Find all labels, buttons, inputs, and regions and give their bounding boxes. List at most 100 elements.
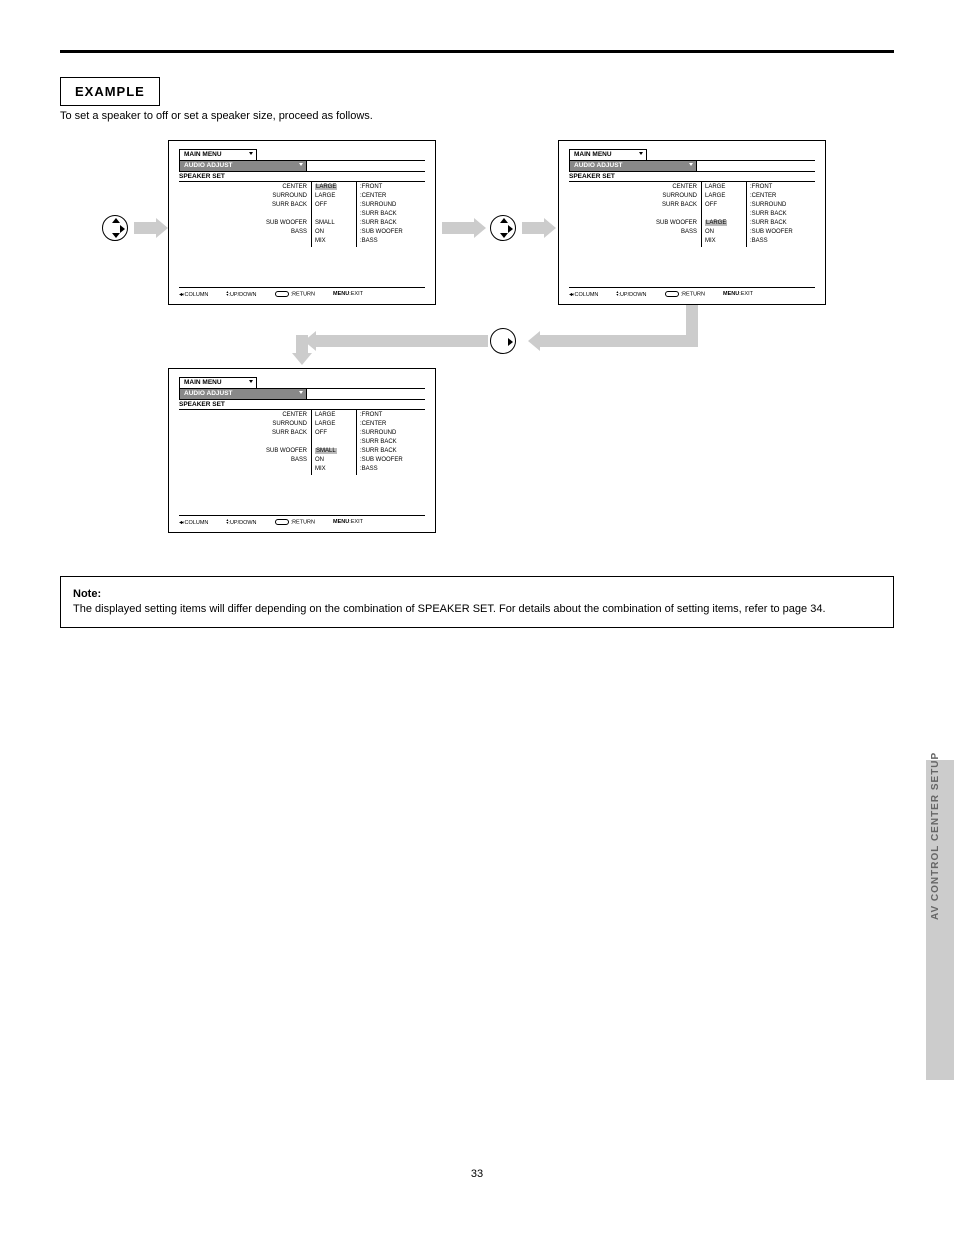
page: EXAMPLE To set a speaker to off or set a… — [0, 0, 954, 1220]
row-value[interactable]: LARGE — [705, 183, 743, 192]
settings-table: CENTER SURROUND SURR BACK SUB WOOFER BAS… — [569, 181, 815, 247]
row-value[interactable]: LARGE — [315, 411, 353, 420]
row-label: SURROUND — [179, 420, 307, 429]
note-body: The displayed setting items will differ … — [73, 603, 826, 615]
side-tab-label: AV CONTROL CENTER SETUP — [930, 752, 941, 920]
row-key: FRONT — [362, 412, 383, 418]
row-label: SUB WOOFER — [179, 447, 307, 456]
footer-label: :COLUMN — [183, 292, 208, 298]
example-label: EXAMPLE — [60, 77, 160, 106]
row-label: BASS — [569, 228, 697, 237]
row-key: BASS — [752, 238, 768, 244]
side-tab: AV CONTROL CENTER SETUP — [926, 760, 954, 1080]
row-key: CENTER — [752, 193, 777, 199]
breadcrumb: AUDIO ADJUST — [179, 388, 307, 399]
section-header: SPEAKER SET — [569, 171, 815, 181]
joystick-icon — [490, 328, 516, 354]
row-key: SURR BACK — [362, 439, 397, 445]
footer-label: :UP/DOWN — [618, 292, 646, 298]
row-key: SURROUND — [752, 202, 787, 208]
row-value[interactable]: SMALL — [315, 219, 353, 228]
note-box: Note: The displayed setting items will d… — [60, 576, 894, 628]
footer-label: :RETURN — [291, 291, 315, 297]
row-label: BASS — [179, 228, 307, 237]
row-label: SURR BACK — [179, 429, 307, 438]
row-label: SURROUND — [179, 192, 307, 201]
menu-screen: MAIN MENU AUDIO ADJUST SPEAKER SET CENTE… — [168, 140, 436, 305]
row-value[interactable]: LARGE — [315, 184, 337, 190]
arrow-down-icon — [296, 335, 308, 353]
footer-label: :EXIT — [349, 519, 363, 525]
connector-line — [686, 305, 698, 335]
row-value[interactable]: ON — [705, 228, 743, 237]
note-title: Note: — [73, 588, 101, 600]
row-label: SURROUND — [569, 192, 697, 201]
section-header: SPEAKER SET — [179, 399, 425, 409]
breadcrumb: AUDIO ADJUST — [569, 160, 697, 171]
row-label: SUB WOOFER — [179, 219, 307, 228]
menu-screen: MAIN MENU AUDIO ADJUST SPEAKER SET CENTE… — [168, 368, 436, 533]
screen-footer: ◂▸:COLUMN ▴▾:UP/DOWN :RETURN MENU:EXIT — [179, 287, 425, 298]
crumb-label: AUDIO ADJUST — [184, 162, 233, 169]
row-value[interactable]: OFF — [705, 201, 743, 210]
row-value[interactable]: MIX — [315, 465, 353, 474]
footer-label: :EXIT — [349, 291, 363, 297]
footer-label: :UP/DOWN — [228, 292, 256, 298]
breadcrumb: MAIN MENU — [179, 377, 257, 388]
row-label: SURR BACK — [569, 201, 697, 210]
row-value[interactable]: LARGE — [315, 192, 353, 201]
breadcrumb: AUDIO ADJUST — [179, 160, 307, 171]
crumb-label: AUDIO ADJUST — [184, 390, 233, 397]
row-key: FRONT — [362, 184, 383, 190]
screen-footer: ◂▸:COLUMN ▴▾:UP/DOWN :RETURN MENU:EXIT — [569, 287, 815, 298]
row-value[interactable]: MIX — [315, 237, 353, 246]
settings-table: CENTER SURROUND SURR BACK SUB WOOFER BAS… — [179, 181, 425, 247]
row-value[interactable]: OFF — [315, 429, 353, 438]
row-value[interactable]: LARGE — [705, 192, 743, 201]
row-key: SUB WOOFER — [362, 457, 403, 463]
row-value[interactable]: ON — [315, 456, 353, 465]
arrow-left-icon — [316, 335, 488, 347]
flow-diagram: MAIN MENU AUDIO ADJUST SPEAKER SET CENTE… — [60, 140, 894, 550]
row-key: BASS — [362, 466, 378, 472]
row-key: SUB WOOFER — [362, 229, 403, 235]
arrow-left-icon — [540, 335, 698, 347]
row-key: SURROUND — [362, 202, 397, 208]
row-key: SURR BACK — [362, 211, 397, 217]
footer-label: :RETURN — [291, 519, 315, 525]
section-header: SPEAKER SET — [179, 171, 425, 181]
footer-label: :COLUMN — [573, 292, 598, 298]
row-label: SUB WOOFER — [569, 219, 697, 228]
row-value[interactable]: SMALL — [315, 448, 337, 454]
joystick-icon — [490, 215, 516, 241]
arrow-right-icon — [134, 222, 156, 234]
row-key: SURR BACK — [752, 211, 787, 217]
row-value[interactable]: OFF — [315, 201, 353, 210]
footer-label: :UP/DOWN — [228, 520, 256, 526]
arrow-right-icon — [522, 222, 544, 234]
row-label: CENTER — [569, 183, 697, 192]
crumb-label: MAIN MENU — [184, 151, 222, 158]
arrow-right-icon — [442, 222, 474, 234]
settings-table: CENTER SURROUND SURR BACK SUB WOOFER BAS… — [179, 409, 425, 475]
screen-footer: ◂▸:COLUMN ▴▾:UP/DOWN :RETURN MENU:EXIT — [179, 515, 425, 526]
row-key: BASS — [362, 238, 378, 244]
instruction-text: To set a speaker to off or set a speaker… — [60, 110, 894, 122]
page-number: 33 — [60, 1168, 894, 1180]
crumb-label: MAIN MENU — [574, 151, 612, 158]
row-value[interactable]: ON — [315, 228, 353, 237]
footer-label: :RETURN — [681, 291, 705, 297]
crumb-label: AUDIO ADJUST — [574, 162, 623, 169]
footer-label: :EXIT — [739, 291, 753, 297]
row-label: CENTER — [179, 411, 307, 420]
row-label: BASS — [179, 456, 307, 465]
row-value[interactable]: LARGE — [315, 420, 353, 429]
row-value[interactable]: MIX — [705, 237, 743, 246]
crumb-label: MAIN MENU — [184, 379, 222, 386]
row-key: SUB WOOFER — [752, 229, 793, 235]
row-value[interactable]: LARGE — [705, 220, 727, 226]
joystick-icon — [102, 215, 128, 241]
row-key: CENTER — [362, 193, 387, 199]
menu-screen: MAIN MENU AUDIO ADJUST SPEAKER SET CENTE… — [558, 140, 826, 305]
row-label: SURR BACK — [179, 201, 307, 210]
